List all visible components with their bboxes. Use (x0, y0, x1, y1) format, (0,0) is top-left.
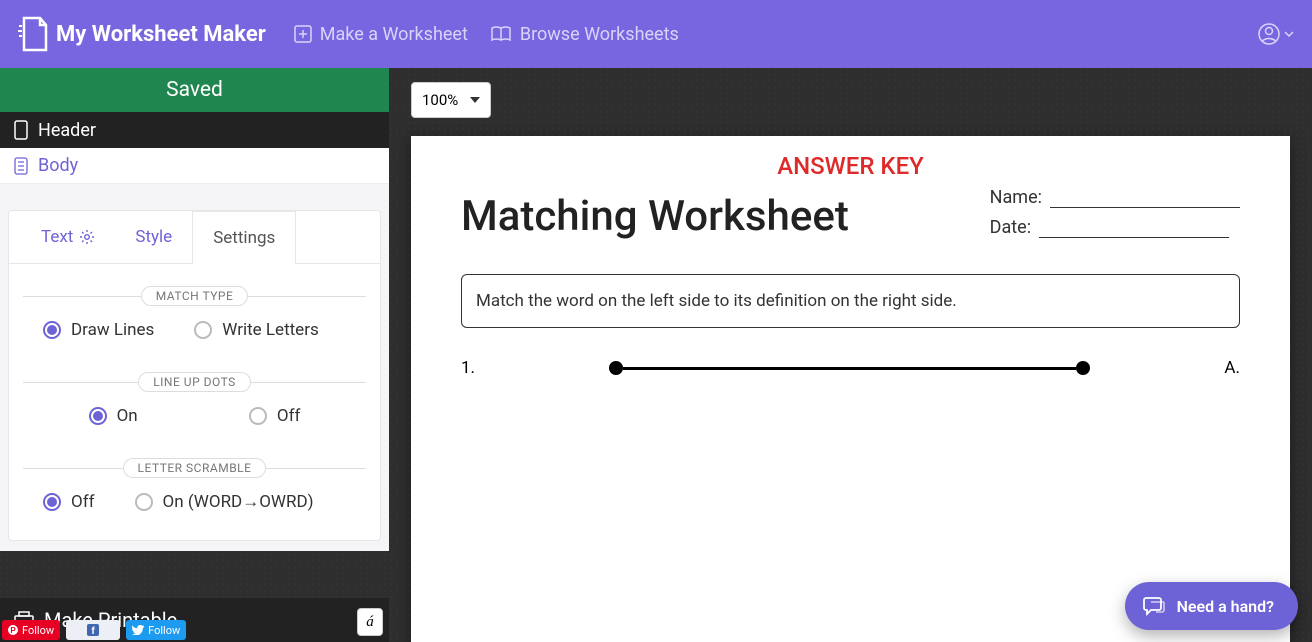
legend-match-type: MATCH TYPE (141, 286, 249, 306)
match-connector (623, 367, 1076, 370)
pinterest-follow-label: Follow (22, 624, 54, 637)
zoom-dropdown[interactable]: 100% (411, 82, 491, 118)
name-line[interactable] (1050, 186, 1240, 208)
gear-icon (79, 229, 95, 245)
match-dot-right (1076, 361, 1090, 375)
tab-style[interactable]: Style (115, 211, 192, 263)
tab-settings[interactable]: Settings (192, 211, 296, 264)
logo-icon (18, 16, 48, 52)
body-panel: Text Style Settings MATCH TYPE (0, 184, 389, 551)
nav-browse-worksheets[interactable]: Browse Worksheets (490, 24, 679, 45)
radio-icon (43, 321, 61, 339)
nav-browse-label: Browse Worksheets (520, 24, 679, 45)
radio-icon (194, 321, 212, 339)
name-date-block: Name: Date: (990, 186, 1240, 246)
canvas-area: 100% ANSWER KEY Matching Worksheet Name:… (389, 68, 1312, 642)
option-lineup-off-label: Off (277, 406, 301, 426)
match-left-num: 1. (461, 358, 475, 378)
accordion-body[interactable]: Body (0, 148, 389, 184)
tab-settings-label: Settings (213, 228, 275, 248)
match-dot-left (609, 361, 623, 375)
topbar: My Worksheet Maker Make a Worksheet Brow… (0, 0, 1312, 68)
tab-style-label: Style (135, 227, 172, 247)
chat-icon (1143, 595, 1165, 617)
radio-icon (135, 493, 153, 511)
help-widget[interactable]: Need a hand? (1125, 582, 1298, 630)
pinterest-follow[interactable]: P Follow (2, 620, 60, 640)
twitter-follow[interactable]: Follow (126, 620, 186, 640)
radio-icon (249, 407, 267, 425)
social-row: P Follow f Follow (0, 618, 188, 642)
list-icon (14, 157, 28, 175)
phone-portrait-icon (14, 120, 28, 140)
book-icon (490, 25, 512, 43)
help-label: Need a hand? (1177, 597, 1274, 616)
radio-icon (89, 407, 107, 425)
accordion-body-label: Body (38, 155, 78, 176)
pinterest-icon: P (8, 625, 18, 635)
option-draw-lines[interactable]: Draw Lines (43, 320, 154, 340)
facebook-icon: f (87, 624, 99, 636)
option-scramble-on-label: On (WORD→OWRD) (163, 492, 314, 512)
sidebar: Saved Header Body Text Style (0, 68, 389, 642)
svg-text:P: P (10, 626, 16, 635)
worksheet-page: ANSWER KEY Matching Worksheet Name: Date… (411, 136, 1290, 642)
option-scramble-off[interactable]: Off (43, 492, 95, 512)
save-status: Saved (0, 68, 389, 112)
tab-text-label: Text (41, 227, 73, 247)
user-circle-icon (1258, 23, 1280, 45)
option-write-letters[interactable]: Write Letters (194, 320, 318, 340)
option-scramble-on[interactable]: On (WORD→OWRD) (135, 492, 314, 512)
accordion-header-label: Header (38, 120, 96, 141)
app-logo[interactable]: My Worksheet Maker (18, 16, 266, 52)
legend-scramble: LETTER SCRAMBLE (123, 458, 267, 478)
accordion-header[interactable]: Header (0, 112, 389, 148)
tab-text[interactable]: Text (21, 211, 115, 263)
worksheet-title[interactable]: Matching Worksheet (461, 192, 849, 241)
radio-icon (43, 493, 61, 511)
twitter-follow-label: Follow (148, 624, 180, 637)
legend-lineup: LINE UP DOTS (138, 372, 251, 392)
nav-make-worksheet-label: Make a Worksheet (320, 24, 468, 45)
option-scramble-off-label: Off (71, 492, 95, 512)
facebook-widget[interactable]: f (66, 620, 120, 640)
option-write-letters-label: Write Letters (222, 320, 318, 340)
answer-key-label: ANSWER KEY (461, 152, 1240, 180)
match-right-letter: A. (1224, 358, 1240, 378)
twitter-icon (132, 625, 144, 635)
user-menu[interactable] (1258, 23, 1294, 45)
zoom-level: 100% (422, 91, 458, 109)
name-label: Name: (990, 187, 1042, 208)
accent-char-button[interactable]: á (357, 608, 383, 636)
app-name: My Worksheet Maker (56, 22, 266, 47)
date-line[interactable] (1039, 216, 1229, 238)
match-row[interactable]: 1. A. (461, 358, 1240, 378)
option-lineup-on[interactable]: On (89, 406, 138, 426)
option-lineup-off[interactable]: Off (249, 406, 301, 426)
caret-down-icon (470, 97, 480, 103)
date-label: Date: (990, 217, 1031, 238)
option-lineup-on-label: On (117, 406, 138, 426)
option-draw-lines-label: Draw Lines (71, 320, 154, 340)
plus-square-icon (294, 25, 312, 43)
instruction-box[interactable]: Match the word on the left side to its d… (461, 274, 1240, 328)
caret-down-icon (1284, 31, 1294, 37)
nav-make-worksheet[interactable]: Make a Worksheet (294, 24, 468, 45)
tabbar: Text Style Settings (9, 211, 380, 264)
